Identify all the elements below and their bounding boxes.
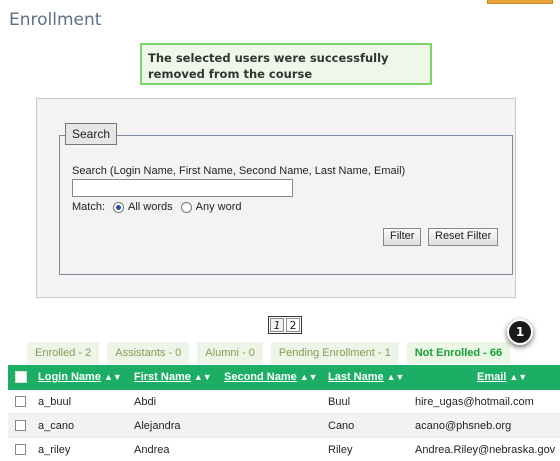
radio-any-word-label[interactable]: Any word: [196, 201, 242, 213]
tab-pending-enrollment[interactable]: Pending Enrollment - 1: [270, 342, 399, 364]
cell-last-name: Buul: [328, 396, 351, 408]
cell-email: Andrea.Riley@nebraska.gov: [415, 444, 556, 456]
search-panel: Search Search (Login Name, First Name, S…: [36, 98, 516, 298]
search-label: Search (Login Name, First Name, Second N…: [72, 165, 406, 177]
column-last-name-label[interactable]: Last Name: [328, 371, 384, 383]
column-email-label[interactable]: Email: [477, 371, 506, 383]
step-callout-badge: 1: [507, 319, 533, 345]
search-input[interactable]: [72, 179, 293, 197]
column-last-name[interactable]: Last Name ▲▼: [328, 371, 404, 383]
tab-not-enrolled[interactable]: Not Enrolled - 66: [406, 342, 511, 364]
table-row: a_cano Alejandra Cano acano@phsneb.org: [8, 414, 560, 438]
select-all-checkbox[interactable]: [15, 371, 27, 383]
table-row: a_riley Andrea Riley Andrea.Riley@nebras…: [8, 438, 560, 461]
column-first-name-label[interactable]: First Name: [134, 371, 191, 383]
cell-first-name: Abdi: [134, 396, 157, 408]
tab-assistants[interactable]: Assistants - 0: [107, 342, 190, 364]
cell-login-name: a_cano: [38, 420, 75, 432]
success-message: The selected users were successfully rem…: [140, 43, 432, 85]
row-checkbox[interactable]: [15, 396, 26, 407]
page-title: Enrollment: [9, 10, 102, 30]
sort-icon[interactable]: ▲▼: [300, 372, 318, 382]
enrollment-tabs: Enrolled - 2 Assistants - 0 Alumni - 0 P…: [27, 342, 511, 364]
sort-icon[interactable]: ▲▼: [194, 372, 212, 382]
cell-email: hire_ugas@hotmail.com: [415, 396, 534, 408]
cell-login-name: a_buul: [38, 396, 72, 408]
search-legend: Search: [65, 123, 118, 145]
column-second-name[interactable]: Second Name ▲▼: [224, 371, 318, 383]
tab-alumni[interactable]: Alumni - 0: [197, 342, 263, 364]
row-checkbox[interactable]: [15, 420, 26, 431]
sort-icon[interactable]: ▲▼: [104, 372, 122, 382]
cell-email: acano@phsneb.org: [415, 420, 512, 432]
cell-login-name: a_riley: [38, 444, 71, 456]
filter-button[interactable]: Filter: [383, 228, 422, 246]
cell-last-name: Cano: [328, 420, 355, 432]
cell-last-name: Riley: [328, 444, 353, 456]
table-header: Login Name ▲▼ First Name ▲▼ Second Name ▲▼ …: [8, 365, 560, 390]
radio-all-words-label[interactable]: All words: [128, 201, 173, 213]
pagination: 1 2: [268, 316, 302, 334]
page-2[interactable]: 2: [286, 318, 300, 332]
sort-icon[interactable]: ▲▼: [387, 372, 405, 382]
column-first-name[interactable]: First Name ▲▼: [134, 371, 212, 383]
page-1[interactable]: 1: [270, 318, 284, 332]
row-checkbox[interactable]: [15, 444, 26, 455]
radio-all-words[interactable]: [113, 201, 125, 213]
top-right-tab[interactable]: [487, 0, 553, 4]
column-login-name[interactable]: Login Name ▲▼: [38, 371, 122, 383]
reset-filter-button[interactable]: Reset Filter: [428, 228, 499, 246]
column-login-name-label[interactable]: Login Name: [38, 371, 101, 383]
column-second-name-label[interactable]: Second Name: [224, 371, 297, 383]
sort-icon[interactable]: ▲▼: [509, 372, 527, 382]
cell-first-name: Andrea: [134, 444, 170, 456]
table-row: a_buul Abdi Buul hire_ugas@hotmail.com: [8, 390, 560, 414]
column-email[interactable]: Email ▲▼: [477, 371, 527, 383]
match-options: Match: All words Any word: [72, 201, 242, 213]
match-label: Match:: [72, 201, 106, 213]
tab-enrolled[interactable]: Enrolled - 2: [27, 342, 100, 364]
cell-first-name: Alejandra: [134, 420, 181, 432]
radio-any-word[interactable]: [180, 201, 192, 213]
